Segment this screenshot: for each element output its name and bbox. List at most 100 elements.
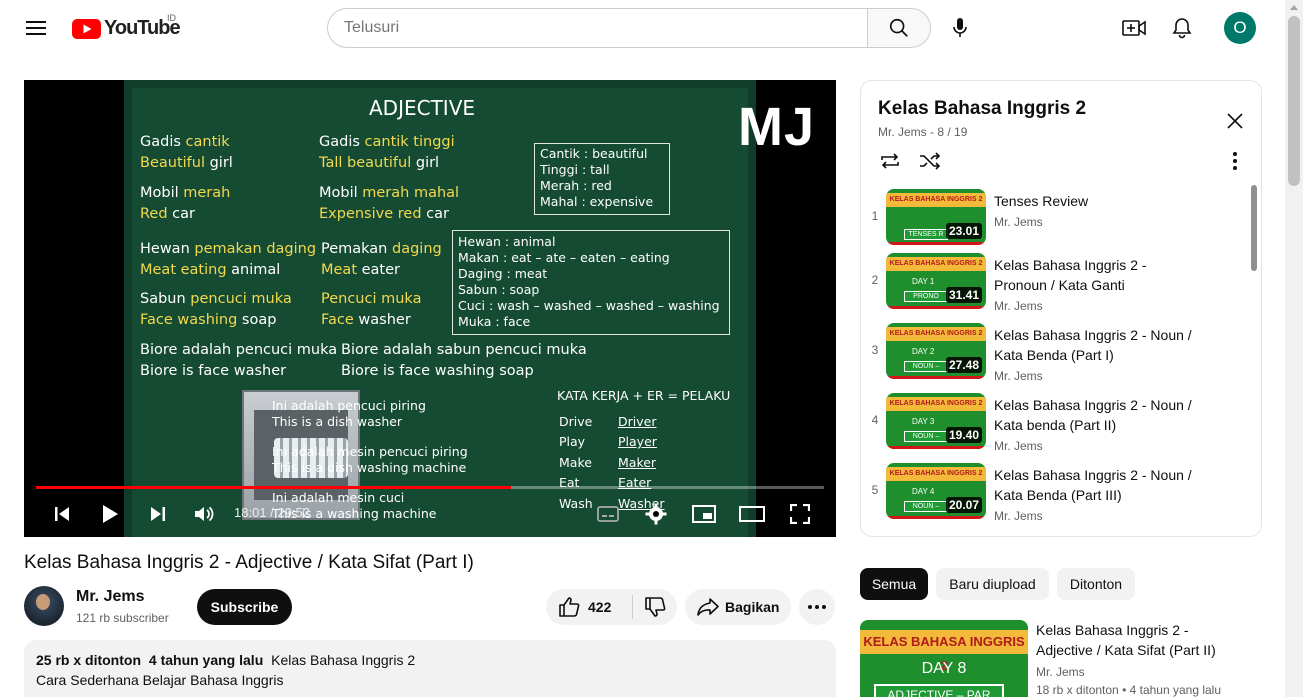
miniplayer-button[interactable] <box>688 498 720 530</box>
mute-button[interactable] <box>188 498 220 530</box>
board-word: girl <box>415 155 440 171</box>
play-icon <box>103 505 118 523</box>
theater-icon <box>739 506 765 522</box>
board-text: Gadis cantik <box>140 134 230 150</box>
verb-row: Drive <box>559 414 593 429</box>
board-text: Expensive red car <box>319 206 449 222</box>
description-box[interactable]: 25 rb x ditonton 4 tahun yang lalu Kelas… <box>24 640 836 697</box>
board-word: animal <box>231 262 281 278</box>
playlist-item-channel: Mr. Jems <box>994 509 1043 523</box>
search-input[interactable] <box>327 8 867 48</box>
playlist-title[interactable]: Kelas Bahasa Inggris 2 <box>878 98 1086 120</box>
board-word: eater <box>361 262 400 278</box>
playlist-item[interactable]: 2 KELAS BAHASA INGGRIS 2 DAY 1 PRONO 31.… <box>861 249 1249 313</box>
close-playlist-button[interactable] <box>1217 103 1253 139</box>
board-text: Face washer <box>321 312 411 328</box>
shuffle-playlist-button[interactable] <box>914 145 946 177</box>
page-scrollbar[interactable] <box>1285 0 1303 697</box>
more-actions-button[interactable] <box>799 589 835 625</box>
dislike-button[interactable] <box>633 589 677 625</box>
skip-next-icon <box>151 507 165 521</box>
thumbnail-day: DAY 2 <box>912 347 935 356</box>
vocab-line: Muka : face <box>458 314 531 329</box>
loop-playlist-button[interactable] <box>874 145 906 177</box>
playlist-item[interactable]: 5 KELAS BAHASA INGGRIS 2 DAY 4 NOUN – 20… <box>861 459 1249 523</box>
scrollbar-thumb[interactable] <box>1288 16 1300 186</box>
playlist-item-channel: Mr. Jems <box>994 299 1043 313</box>
guide-menu-button[interactable] <box>20 12 52 44</box>
playlist-tag[interactable]: Kelas Bahasa Inggris 2 <box>271 652 415 668</box>
chip-recently-uploaded[interactable]: Baru diupload <box>936 568 1049 600</box>
previous-button[interactable] <box>46 498 78 530</box>
subtitles-button[interactable] <box>592 498 624 530</box>
board-word: Sabun <box>140 291 186 307</box>
playlist-item-title: Kelas Bahasa Inggris 2 - Noun / Kata ben… <box>994 397 1192 433</box>
settings-button[interactable] <box>640 498 672 530</box>
playlist-item[interactable]: 3 KELAS BAHASA INGGRIS 2 DAY 2 NOUN – 27… <box>861 319 1249 383</box>
thumbs-up-icon <box>559 597 580 617</box>
scroll-up-arrow-icon[interactable] <box>1290 5 1298 10</box>
play-button[interactable] <box>94 498 126 530</box>
playlist-item[interactable]: 1 KELAS BAHASA INGGRIS 2 TENSES R 23.01 … <box>861 185 1249 249</box>
thumbnail-band: KELAS BAHASA INGGRIS 2 <box>860 630 1028 673</box>
search-button[interactable] <box>867 8 931 48</box>
channel-watermark: MJ <box>738 97 816 157</box>
board-word: Meat eating <box>140 262 227 278</box>
board-text: Sabun pencuci muka <box>140 291 292 307</box>
thumbnail-topic: NOUN – <box>904 501 948 512</box>
playlist-scrollbar[interactable] <box>1251 185 1257 271</box>
theater-mode-button[interactable] <box>736 498 768 530</box>
progress-played <box>36 486 512 489</box>
more-vertical-icon <box>1233 152 1237 170</box>
recommended-meta: 18 rb x ditonton • 4 tahun yang lalu <box>1036 683 1222 697</box>
next-button[interactable] <box>142 498 174 530</box>
share-icon <box>697 598 719 616</box>
board-text: Meat eater <box>321 262 400 278</box>
duration-badge: 19.40 <box>945 427 982 443</box>
notifications-button[interactable] <box>1162 8 1202 48</box>
fullscreen-button[interactable] <box>784 498 816 530</box>
playlist-more-button[interactable] <box>1219 145 1251 177</box>
board-text: Face washing soap <box>140 312 276 328</box>
board-word: car <box>426 206 449 222</box>
watched-stripe <box>886 306 986 309</box>
board-text: Ini adalah mesin pencuci piring <box>272 444 468 459</box>
recommended-age: 4 tahun yang lalu <box>1129 683 1222 697</box>
board-word: washer <box>358 312 411 328</box>
vocab-line: Makan : eat – ate – eaten – eating <box>458 250 670 265</box>
chip-watched[interactable]: Ditonton <box>1057 568 1135 600</box>
channel-avatar[interactable] <box>24 586 64 626</box>
playlist-owner[interactable]: Mr. Jems <box>878 125 927 139</box>
subscribe-button[interactable]: Subscribe <box>197 589 292 625</box>
youtube-logo[interactable]: YouTube ID <box>72 13 181 40</box>
board-word: pemakan daging <box>194 241 317 257</box>
recommended-video[interactable]: KELAS BAHASA INGGRIS 2 DAY 8 ADJECTIVE –… <box>860 620 1262 697</box>
playlist-item[interactable]: 4 KELAS BAHASA INGGRIS 2 DAY 3 NOUN – 19… <box>861 389 1249 453</box>
board-word: girl <box>209 155 233 171</box>
progress-bar[interactable] <box>36 486 824 489</box>
chip-all[interactable]: Semua <box>860 568 928 600</box>
playlist-item-index: 1 <box>871 209 879 223</box>
board-word: Pemakan <box>321 241 388 257</box>
board-text: Biore adalah sabun pencuci muka <box>341 342 587 358</box>
vocab-line: Merah : red <box>540 178 612 193</box>
voice-search-button[interactable] <box>940 8 980 48</box>
description-text: Cara Sederhana Belajar Bahasa Inggris <box>36 672 284 688</box>
thumbnail-day: DAY 4 <box>912 487 935 496</box>
recommended-channel: Mr. Jems <box>1036 665 1085 679</box>
board-text: Biore is face washer <box>140 363 287 379</box>
create-button[interactable] <box>1114 8 1154 48</box>
channel-name[interactable]: Mr. Jems <box>76 588 144 606</box>
playlist-item-thumbnail: KELAS BAHASA INGGRIS 2 DAY 1 PRONO 31.41 <box>886 253 986 309</box>
account-avatar[interactable]: O <box>1224 12 1256 44</box>
thumbnail-topic: TENSES R <box>904 229 948 240</box>
duration-badge: 20.07 <box>945 497 982 513</box>
share-button[interactable]: Bagikan <box>685 589 791 625</box>
more-horizontal-icon <box>808 605 826 609</box>
thumbnail-topic: ADJECTIVE – PAR <box>874 684 1004 697</box>
like-button[interactable]: 422 <box>546 589 632 625</box>
bell-icon <box>1172 18 1192 39</box>
like-count: 422 <box>588 599 612 615</box>
playlist-item-channel: Mr. Jems <box>994 439 1043 453</box>
video-player[interactable]: ADJECTIVE Gadis cantik Gadis cantik ting… <box>24 80 836 537</box>
